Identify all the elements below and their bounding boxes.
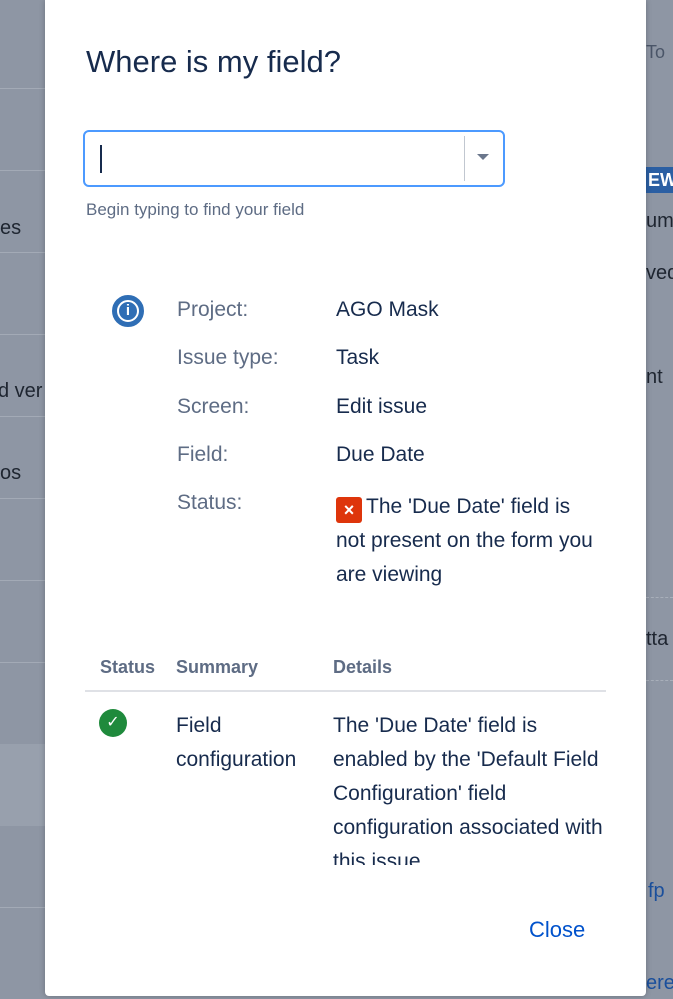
table-header-summary: Summary — [176, 657, 259, 677]
bg-divider — [0, 334, 45, 335]
screen-value: Edit issue — [336, 395, 428, 418]
project-value: AGO Mask — [336, 298, 439, 321]
select-divider — [464, 136, 465, 181]
bg-divider — [646, 597, 673, 598]
bg-text-fragment: ved — [646, 262, 673, 284]
table-header-divider — [85, 690, 606, 692]
table-header-details: Details — [333, 657, 393, 677]
background-page-right: To EW um ved nt tta fp ere — [646, 0, 673, 999]
field-search-select[interactable] — [83, 130, 505, 187]
row-details: The 'Due Date' field is enabled by the '… — [333, 714, 603, 865]
bg-text-fragment: es — [0, 217, 22, 239]
status-label: Status: — [177, 491, 243, 514]
bg-divider — [0, 170, 45, 171]
success-icon: ✓ — [99, 709, 127, 737]
chevron-down-icon[interactable] — [477, 154, 489, 160]
bg-divider — [0, 580, 45, 581]
issue-type-label: Issue type: — [177, 346, 279, 369]
field-value: Due Date — [336, 443, 425, 466]
where-is-my-field-dialog: Where is my field? Begin typing to find … — [45, 0, 646, 996]
bg-text-fragment: nt — [646, 366, 663, 388]
text-caret — [100, 145, 102, 173]
bg-text-fragment: d ver — [0, 380, 43, 402]
row-summary: Field configuration — [176, 714, 297, 771]
field-label: Field: — [177, 443, 229, 466]
bg-divider — [0, 252, 45, 253]
bg-text-fragment: To — [646, 42, 666, 62]
bg-row-highlight — [0, 744, 45, 826]
table-body-scroll[interactable]: ✓ Field configuration The 'Due Date' fie… — [85, 693, 606, 865]
table-header-status: Status — [100, 657, 156, 677]
bg-text-fragment: tta — [646, 628, 669, 650]
bg-divider — [0, 662, 45, 663]
issue-type-value: Task — [336, 346, 380, 369]
dialog-title: Where is my field? — [86, 44, 341, 79]
status-message: × The 'Due Date' field is not present on … — [336, 490, 596, 592]
background-page-left: es d ver os — [0, 0, 45, 999]
bg-text-fragment: ere — [646, 972, 673, 994]
bg-text-fragment: os — [0, 462, 22, 484]
close-button[interactable]: Close — [529, 917, 585, 943]
error-icon: × — [336, 497, 362, 523]
screen-label: Screen: — [177, 395, 250, 418]
bg-divider — [0, 907, 45, 908]
bg-divider — [0, 88, 45, 89]
status-message-text: The 'Due Date' field is not present on t… — [336, 495, 593, 586]
project-label: Project: — [177, 298, 249, 321]
bg-text-fragment: fp — [648, 880, 665, 902]
field-search-hint: Begin typing to find your field — [86, 200, 305, 219]
bg-text-fragment: um — [646, 210, 673, 232]
bg-divider — [646, 680, 673, 681]
bg-divider — [0, 416, 45, 417]
info-icon: i — [112, 295, 144, 327]
bg-badge: EW — [646, 167, 673, 193]
bg-divider — [0, 498, 45, 499]
